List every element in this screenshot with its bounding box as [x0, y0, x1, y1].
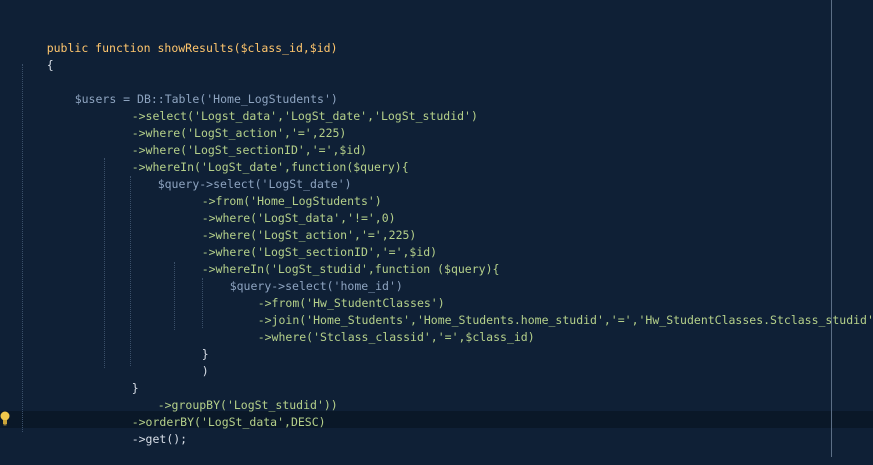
code-text: { [46, 58, 54, 72]
code-line-1[interactable]: public function showResults($class_id,$i… [19, 23, 338, 55]
code-line-13[interactable]: ->where('LogSt_sectionID','=',$id) [174, 227, 437, 259]
code-text: ) [201, 364, 209, 378]
right-margin-guide [831, 0, 832, 457]
code-line-23[interactable]: ->orderBY('LogSt_data',DESC) [104, 397, 326, 429]
code-line-7[interactable]: ->where('LogSt_sectionID','=',$id) [104, 125, 367, 157]
code-line-11[interactable]: ->where('LogSt_data','!=',0) [174, 193, 396, 225]
code-line-5[interactable]: ->select('Logst_data','LogSt_date','LogS… [104, 91, 478, 123]
code-line-20[interactable]: ) [174, 346, 209, 378]
code-line-8[interactable]: ->whereIn('LogSt_date',function($query){ [104, 142, 409, 174]
code-line-17[interactable]: ->join('Home_Students','Home_Students.ho… [230, 295, 873, 327]
code-line-10[interactable]: ->from('Home_LogStudents') [174, 176, 382, 208]
code-line-24[interactable]: ->get(); [104, 414, 187, 446]
code-line-19[interactable]: } [174, 329, 209, 361]
code-text: ->get(); [131, 432, 188, 446]
code-line-9[interactable]: $query->select('LogSt_date') [130, 159, 352, 191]
code-editor[interactable]: public function showResults($class_id,$i… [0, 0, 873, 457]
code-line-22[interactable]: ->groupBY('LogSt_studid')) [130, 380, 338, 412]
code-line-12[interactable]: ->where('LogSt_action','=',225) [174, 210, 417, 242]
lightbulb-icon[interactable] [0, 410, 10, 426]
code-line-18[interactable]: ->where('Stclass_classid','=',$class_id) [230, 312, 535, 344]
code-line-4[interactable]: $users = DB::Table('Home_LogStudents') [47, 74, 338, 106]
code-line-14[interactable]: ->whereIn('LogSt_studid',function ($quer… [174, 244, 500, 276]
code-line-2[interactable]: { [19, 40, 54, 72]
code-text: ->where('Stclass_classid','=',$class_id) [257, 330, 535, 344]
code-line-21[interactable]: } [104, 363, 139, 395]
code-line-6[interactable]: ->where('LogSt_action','=',225) [104, 108, 347, 140]
code-line-16[interactable]: ->from('Hw_StudentClasses') [230, 278, 445, 310]
code-line-15[interactable]: $query->select('home_id') [202, 261, 403, 293]
code-text: public function showResults($class_id,$i… [46, 41, 338, 55]
code-line-3[interactable] [19, 57, 47, 74]
indent-guide [22, 64, 23, 432]
